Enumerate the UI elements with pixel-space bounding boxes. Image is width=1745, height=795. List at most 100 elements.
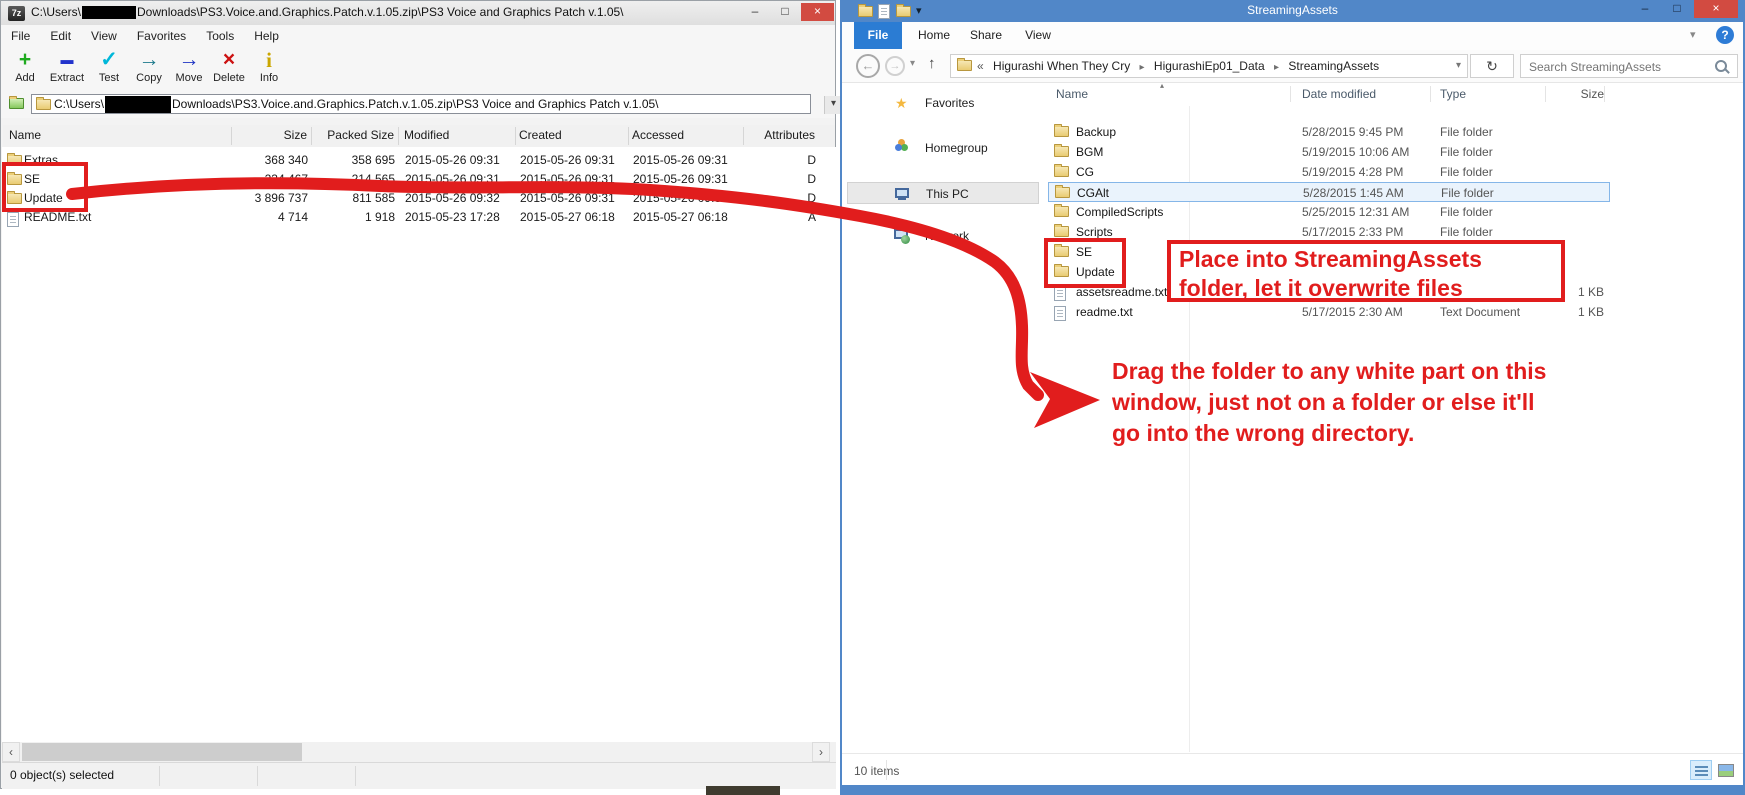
sevenzip-titlebar[interactable]: 7z C:\Users\Downloads\PS3.Voice.and.Grap… [1,1,835,26]
search-box[interactable] [1520,54,1738,78]
menu-file[interactable]: File [1,29,40,43]
breadcrumb[interactable]: « Higurashi When They Cry ▸ HigurashiEp0… [950,54,1468,78]
explorer-file-row-selected[interactable]: CGAlt5/28/2015 1:45 AMFile folder [1048,182,1610,202]
column-size[interactable]: Size [237,125,307,146]
sevenzip-file-row[interactable]: Extras368 340358 6952015-05-26 09:312015… [4,151,836,170]
sevenzip-file-row[interactable]: SE234 467214 5652015-05-26 09:312015-05-… [4,170,836,189]
recent-locations-icon[interactable]: ▾ [910,58,915,69]
column-created[interactable]: Created [519,125,562,146]
copy-icon: → [129,46,169,72]
test-icon: ✓ [89,46,129,72]
close-button[interactable]: × [1694,0,1738,18]
explorer-file-row[interactable]: readme.txt5/17/2015 2:30 AMText Document… [1048,302,1610,322]
sidebar-item-network[interactable]: Network [847,225,1039,247]
menu-help[interactable]: Help [244,29,289,43]
sevenzip-status-bar: 0 object(s) selected [2,762,836,789]
breadcrumb-segment[interactable]: StreamingAssets [1288,59,1379,73]
item-count: 10 items [854,764,899,778]
sort-asc-icon: ▴ [1160,76,1164,96]
sevenzip-column-header: Name Size Packed Size Modified Created A… [3,125,835,148]
tab-share[interactable]: Share [962,22,1010,49]
back-icon[interactable]: ← [856,54,880,78]
folder-icon [1054,206,1069,217]
column-type[interactable]: Type [1440,84,1466,104]
sevenzip-file-row[interactable]: Update3 896 737811 5852015-05-26 09:3220… [4,189,836,208]
explorer-status-bar: 10 items [842,753,1743,786]
chevron-right-icon: ▸ [1134,62,1151,73]
column-accessed[interactable]: Accessed [632,125,684,146]
address-bar-input[interactable]: C:\Users\Downloads\PS3.Voice.and.Graphic… [31,94,811,114]
breadcrumb-segment[interactable]: HigurashiEp01_Data [1154,59,1265,73]
column-name[interactable]: Name [1056,84,1088,104]
tab-home[interactable]: Home [910,22,958,49]
scrollbar-thumb[interactable] [22,743,302,761]
window-border [842,785,1743,795]
scroll-right-icon[interactable]: › [812,742,830,762]
menu-view[interactable]: View [81,29,127,43]
search-input[interactable] [1527,56,1711,78]
address-dropdown-icon[interactable]: ▾ [1456,55,1461,77]
selection-status: 0 object(s) selected [10,763,114,788]
scroll-left-icon[interactable]: ‹ [2,742,20,762]
explorer-file-row[interactable]: CG5/19/2015 4:28 PMFile folder [1048,162,1610,182]
sevenzip-file-list[interactable]: Extras368 340358 6952015-05-26 09:312015… [2,147,836,742]
add-button[interactable]: +Add [5,46,45,91]
explorer-address-row: ← → ▾ ↑ « Higurashi When They Cry ▸ Higu… [842,50,1743,83]
move-button[interactable]: →Move [169,46,209,91]
sidebar-item-this-pc[interactable]: This PC [847,182,1039,204]
column-date-modified[interactable]: Date modified [1302,84,1376,104]
up-icon[interactable]: ↑ [928,55,936,72]
chevron-right-icon: ▸ [1268,62,1285,73]
info-button[interactable]: iInfo [249,46,289,91]
folder-icon [1054,126,1069,137]
refresh-icon[interactable]: ↻ [1470,54,1514,78]
menu-tools[interactable]: Tools [196,29,244,43]
tab-view[interactable]: View [1014,22,1062,49]
column-packed-size[interactable]: Packed Size [315,125,394,146]
expand-ribbon-icon[interactable]: ▾ [1690,28,1696,41]
thumbnail-view-button[interactable] [1714,760,1736,780]
explorer-file-row[interactable]: Backup5/28/2015 9:45 PMFile folder [1048,122,1610,142]
explorer-file-row[interactable]: Scripts5/17/2015 2:33 PMFile folder [1048,222,1610,242]
folder-icon [1054,226,1069,237]
extract-icon: ▬ [47,46,87,72]
column-size[interactable]: Size [1508,84,1604,104]
extract-button[interactable]: ▬Extract [47,46,87,91]
delete-button[interactable]: ×Delete [209,46,249,91]
forward-icon[interactable]: → [885,56,905,76]
breadcrumb-segment[interactable]: Higurashi When They Cry [987,59,1130,73]
file-icon [1054,286,1066,301]
column-name[interactable]: Name [9,125,41,146]
minimize-button[interactable]: – [1630,0,1660,18]
explorer-file-row[interactable]: CompiledScripts5/25/2015 12:31 AMFile fo… [1048,202,1610,222]
copy-button[interactable]: →Copy [129,46,169,91]
menu-favorites[interactable]: Favorites [127,29,196,43]
sevenzip-file-row[interactable]: README.txt4 7141 9182015-05-23 17:282015… [4,208,836,227]
column-attributes[interactable]: Attributes [747,125,815,146]
sevenzip-toolbar: +Add ▬Extract ✓Test →Copy →Move ×Delete … [1,46,835,93]
details-view-button[interactable] [1690,760,1712,780]
test-button[interactable]: ✓Test [89,46,129,91]
menu-edit[interactable]: Edit [40,29,81,43]
sidebar-item-homegroup[interactable]: Homegroup [847,137,1039,159]
maximize-button[interactable]: □ [771,3,799,21]
explorer-file-row[interactable]: BGM5/19/2015 10:06 AMFile folder [1048,142,1610,162]
tab-file[interactable]: File [854,22,902,49]
annotation-place-note: Place into StreamingAssets folder, let i… [1167,240,1565,302]
minimize-button[interactable]: – [741,3,769,21]
sevenzip-window-title: C:\Users\Downloads\PS3.Voice.and.Graphic… [31,5,624,19]
move-icon: → [169,46,209,72]
close-button[interactable]: × [801,3,834,21]
explorer-window-title: StreamingAssets [842,3,1743,17]
explorer-titlebar[interactable]: ▾ StreamingAssets – □ × [842,0,1743,22]
horizontal-scrollbar[interactable]: ‹ › [2,742,836,762]
maximize-button[interactable]: □ [1662,0,1692,18]
search-icon[interactable] [1715,60,1727,72]
sidebar-item-favorites[interactable]: ★ Favorites [847,92,1039,114]
delete-icon: × [209,46,249,72]
root-folder-icon[interactable] [9,98,24,109]
folder-icon [957,60,972,71]
explorer-column-header: ▴ Name Date modified Type Size [1048,84,1610,104]
column-modified[interactable]: Modified [404,125,449,146]
help-icon[interactable]: ? [1716,26,1734,44]
